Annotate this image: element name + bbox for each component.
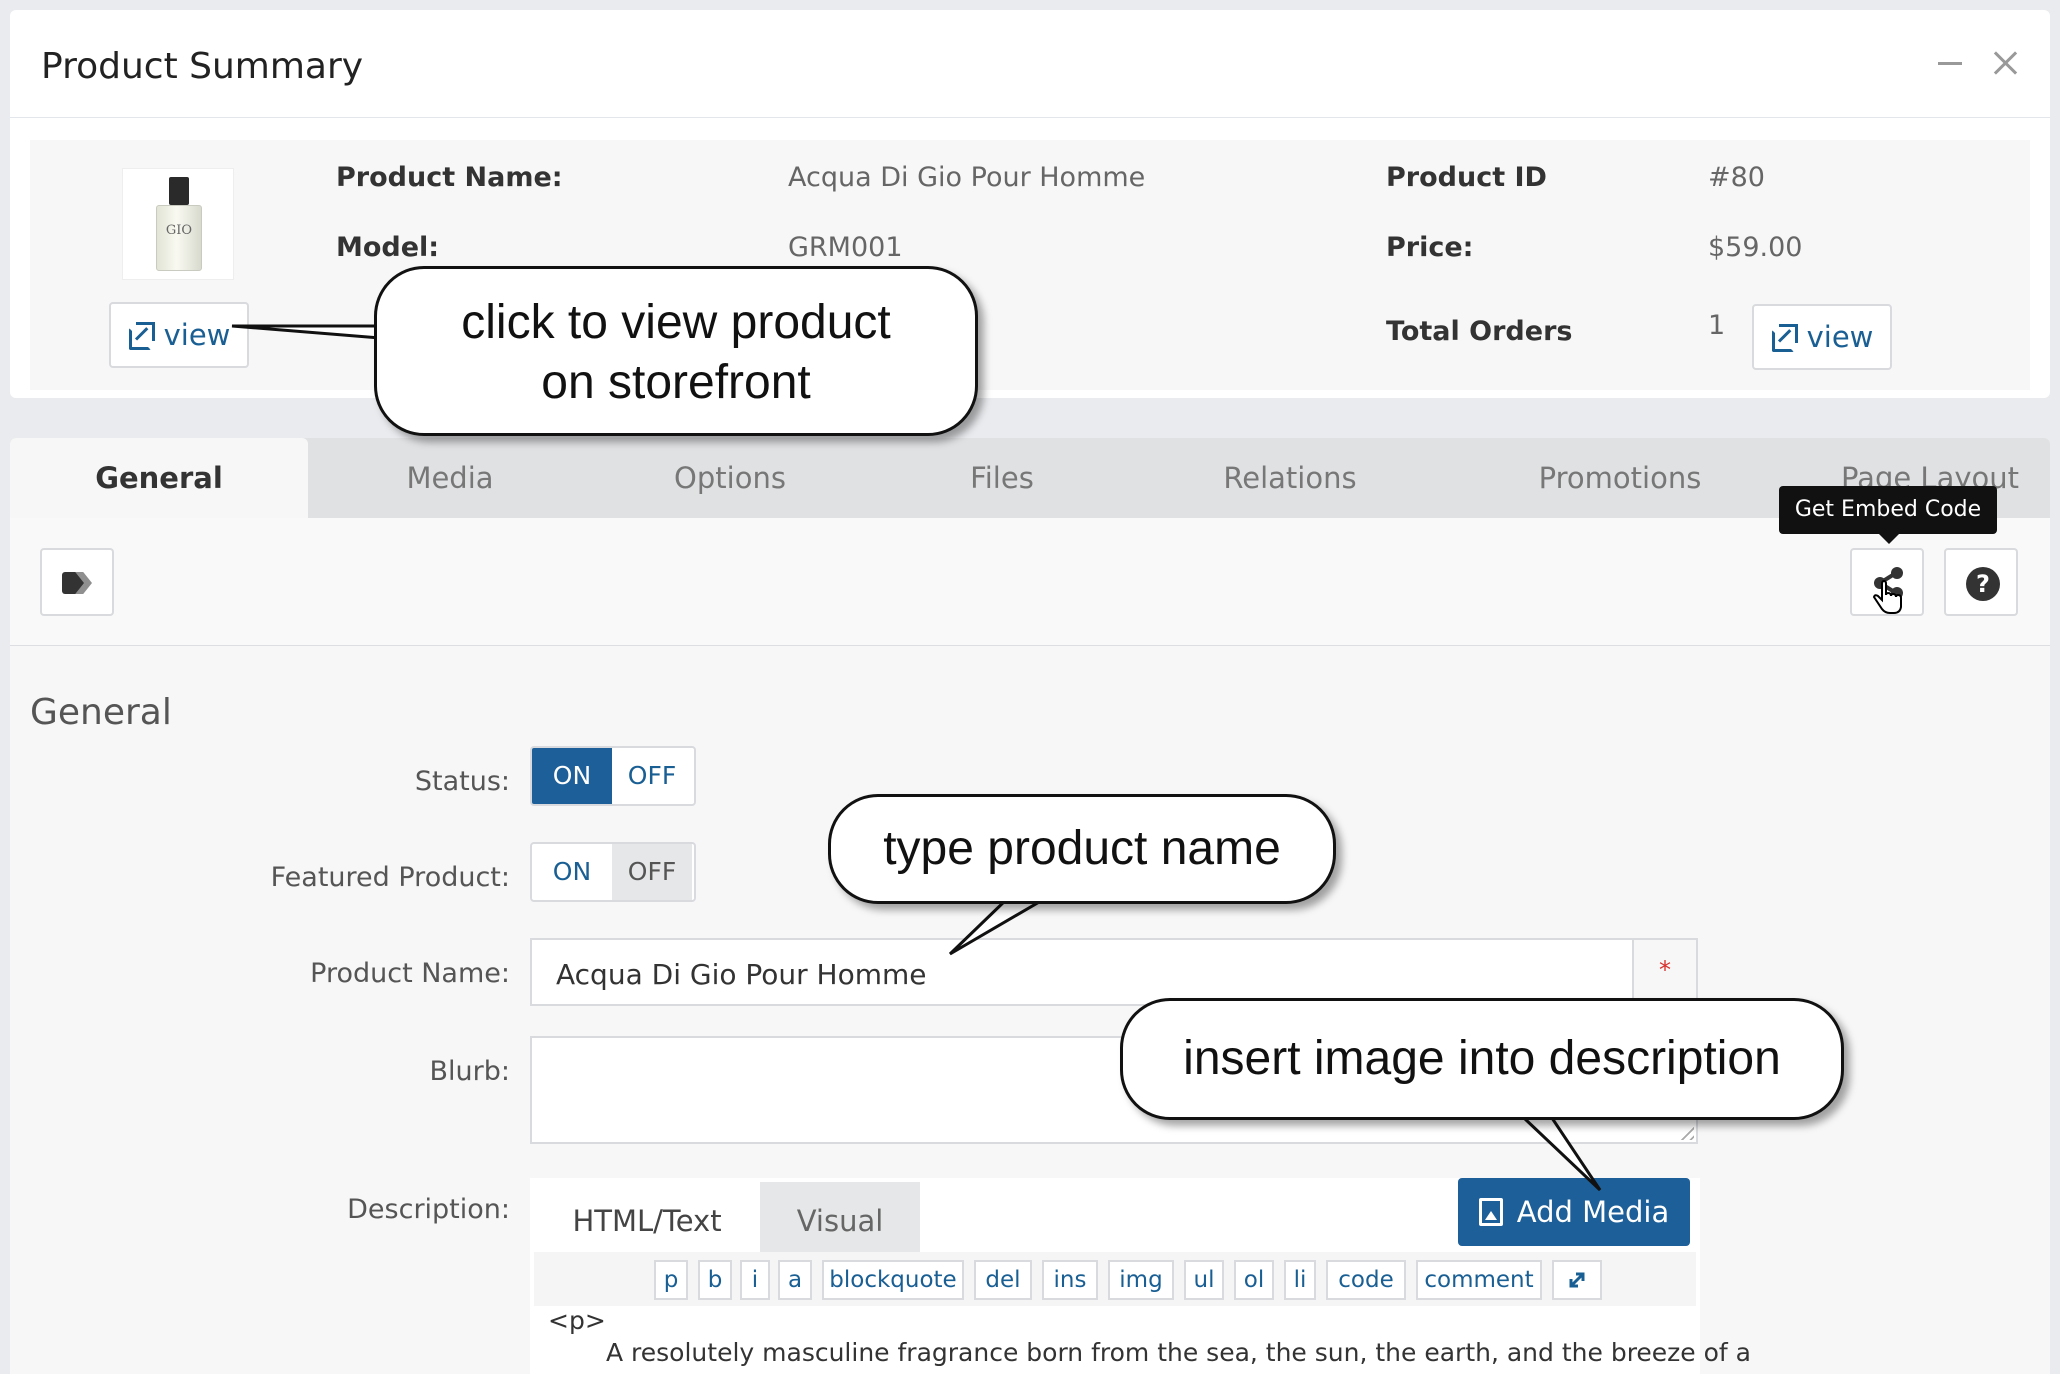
callout-tails [231, 324, 1602, 1192]
callout-view-storefront-line1: click to view product [461, 296, 891, 349]
callout-view-storefront-line2: on storefront [541, 356, 811, 409]
callout-type-product-name: type product name [828, 794, 1336, 904]
callout-view-storefront: click to view product on storefront [374, 266, 978, 436]
callout-insert-image: insert image into description [1120, 998, 1844, 1120]
